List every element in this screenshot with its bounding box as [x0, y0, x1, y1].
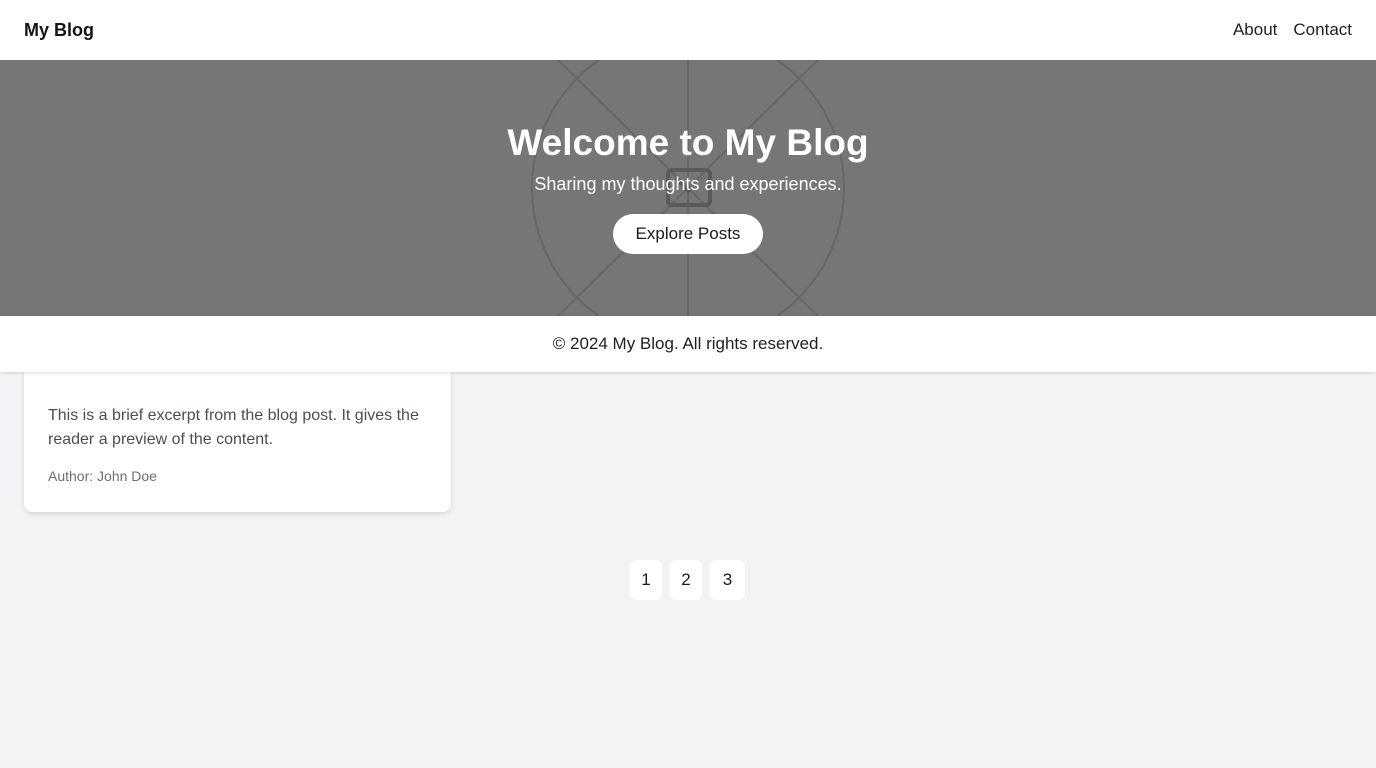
site-header: My Blog About Contact	[0, 0, 1376, 60]
hero-content: Welcome to My Blog Sharing my thoughts a…	[0, 60, 1376, 316]
page-button-2[interactable]: 2	[670, 560, 702, 600]
page: My Blog About Contact Welcome to My Blog…	[0, 0, 1376, 768]
hero-banner: Welcome to My Blog Sharing my thoughts a…	[0, 60, 1376, 316]
hero-subtitle: Sharing my thoughts and experiences.	[534, 174, 842, 194]
main-nav: About Contact	[1233, 20, 1352, 40]
page-button-1[interactable]: 1	[630, 560, 662, 600]
post-excerpt: This is a brief excerpt from the blog po…	[48, 407, 419, 448]
page-button-3[interactable]: 3	[710, 560, 745, 600]
nav-link-about[interactable]: About	[1233, 20, 1277, 40]
pagination: 1 2 3	[630, 560, 745, 600]
footer-copyright: © 2024 My Blog. All rights reserved.	[552, 334, 824, 353]
site-footer: © 2024 My Blog. All rights reserved.	[0, 316, 1376, 372]
post-author: Author: John Doe	[48, 468, 157, 484]
explore-posts-button[interactable]: Explore Posts	[613, 214, 763, 254]
hero-title: Welcome to My Blog	[507, 122, 869, 163]
nav-link-contact[interactable]: Contact	[1293, 20, 1352, 40]
brand-logo-link[interactable]: My Blog	[24, 20, 94, 41]
